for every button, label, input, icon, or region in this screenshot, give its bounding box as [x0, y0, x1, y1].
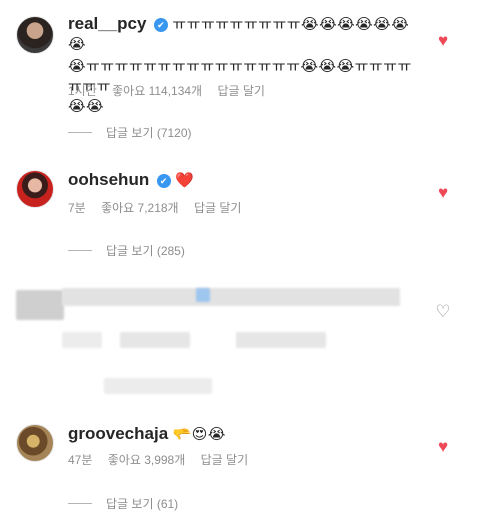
blurred-text	[62, 332, 102, 348]
like-heart-icon[interactable]: ♥	[434, 32, 452, 50]
timestamp[interactable]: 1시간	[68, 84, 97, 98]
reply-button[interactable]: 답글 달기	[201, 453, 249, 467]
comment-text: 😭😭	[68, 98, 105, 115]
comment-meta: 1시간 좋아요 114,134개 답글 달기	[68, 82, 277, 99]
view-replies-button[interactable]: 답글 보기 (61)	[68, 495, 178, 512]
username[interactable]: groovechaja	[68, 424, 168, 443]
timestamp[interactable]: 47분	[68, 453, 92, 467]
blurred-avatar	[16, 290, 64, 320]
comment-meta: 7분 좋아요 7,218개 답글 달기	[68, 199, 253, 216]
blurred-text	[104, 378, 212, 394]
like-heart-icon[interactable]: ♥	[434, 438, 452, 456]
view-replies-button[interactable]: 답글 보기 (285)	[68, 242, 185, 259]
blurred-text	[196, 288, 210, 302]
blurred-text	[236, 332, 326, 348]
username[interactable]: real__pcy	[68, 14, 146, 33]
comment-text: ❤️	[175, 172, 195, 189]
avatar[interactable]	[16, 170, 54, 208]
like-count[interactable]: 좋아요 3,998개	[108, 453, 186, 467]
like-heart-icon[interactable]: ♥	[434, 184, 452, 202]
view-replies-label: 답글 보기 (285)	[106, 244, 185, 258]
divider	[68, 132, 92, 133]
comment-body: real__pcy ✔ ㅠㅠㅠㅠㅠㅠㅠㅠㅠ😭😭😭😭😭😭😭 😭ㅠㅠㅠㅠㅠㅠㅠㅠㅠㅠ…	[68, 14, 422, 117]
comment-body: groovechaja 🫳😍😭	[68, 424, 422, 445]
divider	[68, 250, 92, 251]
username[interactable]: oohsehun	[68, 170, 149, 189]
avatar[interactable]	[16, 16, 54, 54]
timestamp[interactable]: 7분	[68, 201, 86, 215]
like-heart-outline-icon[interactable]: ♡	[434, 303, 452, 321]
view-replies-label: 답글 보기 (7120)	[106, 126, 192, 140]
like-count[interactable]: 좋아요 114,134개	[112, 84, 202, 98]
blurred-text	[120, 332, 190, 348]
avatar[interactable]	[16, 424, 54, 462]
verified-badge-icon: ✔	[156, 174, 171, 188]
like-count[interactable]: 좋아요 7,218개	[101, 201, 179, 215]
reply-button[interactable]: 답글 달기	[217, 84, 265, 98]
view-replies-button[interactable]: 답글 보기 (7120)	[68, 124, 192, 141]
view-replies-label: 답글 보기 (61)	[106, 497, 179, 511]
blurred-text	[62, 288, 400, 306]
comment-body: oohsehun ✔ ❤️	[68, 170, 422, 191]
verified-badge-icon: ✔	[153, 18, 168, 32]
comment-text: 🫳😍😭	[172, 426, 226, 443]
comment-meta: 47분 좋아요 3,998개 답글 달기	[68, 451, 260, 468]
divider	[68, 503, 92, 504]
reply-button[interactable]: 답글 달기	[194, 201, 242, 215]
